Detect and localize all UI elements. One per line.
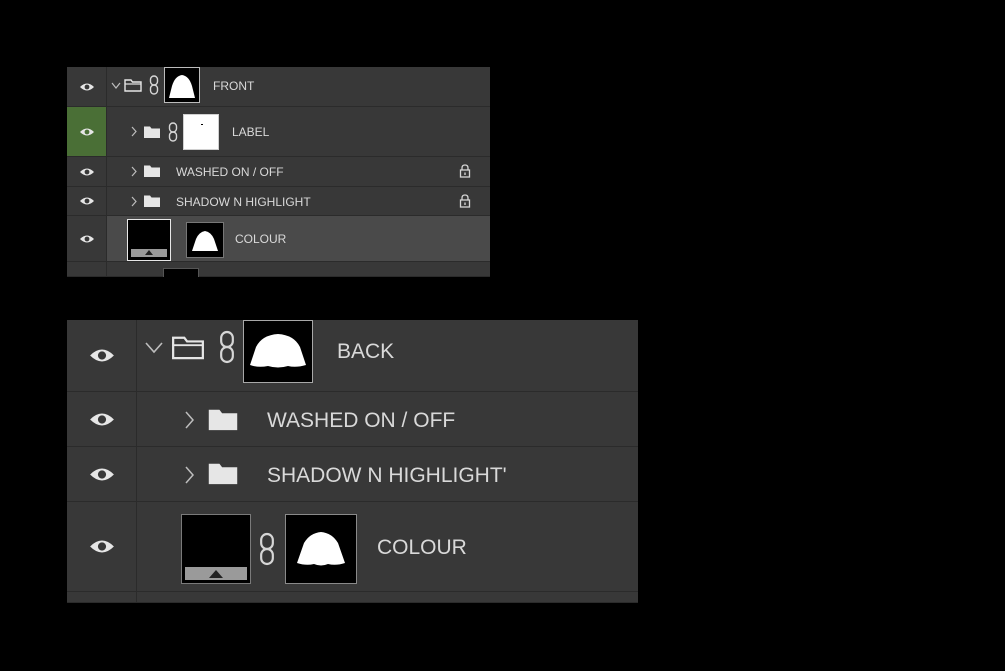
garment-shape: [250, 334, 306, 368]
chevron-right-icon[interactable]: [185, 411, 194, 429]
chevron-down-icon[interactable]: [145, 342, 163, 354]
layer-content-black: [185, 518, 247, 564]
chain-link-icon[interactable]: [257, 532, 277, 566]
visibility-toggle[interactable]: [67, 67, 107, 106]
chevron-right-icon[interactable]: [131, 126, 137, 137]
eye-icon: [79, 168, 94, 175]
visibility-cell: [67, 262, 107, 276]
layers-panel-front: FRONT LABEL WASHED ON / OFF SHADOW N HIG…: [67, 67, 490, 277]
eye-icon: [89, 540, 114, 553]
garment-shape: [192, 231, 218, 251]
eye-icon: [79, 235, 94, 242]
lock-icon[interactable]: [459, 164, 471, 178]
garment-shape: [169, 75, 195, 98]
mask-dot: [201, 124, 203, 125]
layer-name: SHADOW N HIGHLIGHT: [176, 195, 311, 209]
layer-content-black: [131, 223, 167, 247]
chain-link-icon[interactable]: [148, 75, 160, 95]
smart-object-thumbnail[interactable]: [127, 219, 171, 261]
visibility-toggle[interactable]: [67, 157, 107, 186]
layer-name: WASHED ON / OFF: [176, 165, 284, 179]
layer-thumbnail-partial: [163, 268, 199, 277]
layer-mask-thumbnail[interactable]: [164, 67, 200, 103]
smart-object-icon: [131, 249, 167, 257]
folder-icon: [208, 409, 238, 431]
visibility-toggle[interactable]: [67, 447, 137, 501]
layer-row-label-group[interactable]: LABEL: [67, 107, 490, 157]
visibility-toggle[interactable]: [67, 187, 107, 215]
smart-object-thumbnail[interactable]: [181, 514, 251, 584]
layer-row-partial[interactable]: [67, 592, 638, 603]
layer-mask-thumbnail[interactable]: [285, 514, 357, 584]
visibility-toggle[interactable]: [67, 320, 137, 391]
layer-row-colour[interactable]: COLOUR: [67, 502, 638, 592]
garment-shape: [297, 532, 345, 566]
layer-name: LABEL: [232, 125, 270, 139]
chevron-right-icon[interactable]: [131, 196, 137, 207]
layer-row-back-group[interactable]: BACK: [67, 320, 638, 392]
eye-icon: [79, 128, 94, 135]
layer-name: WASHED ON / OFF: [267, 409, 456, 432]
layer-name: COLOUR: [377, 536, 467, 559]
layer-row-shadow-group[interactable]: SHADOW N HIGHLIGHT': [67, 447, 638, 502]
smart-object-icon: [185, 567, 247, 580]
layer-mask-thumbnail[interactable]: [186, 222, 224, 258]
chevron-down-icon[interactable]: [111, 82, 121, 90]
layer-row-washed-group[interactable]: WASHED ON / OFF: [67, 392, 638, 447]
folder-icon: [144, 195, 160, 207]
folder-icon: [144, 165, 160, 177]
eye-icon: [89, 468, 114, 480]
folder-icon: [144, 126, 160, 138]
layer-row-colour[interactable]: COLOUR: [67, 216, 490, 262]
folder-icon: [208, 463, 238, 485]
folder-icon: [124, 79, 142, 92]
layer-row-partial[interactable]: [67, 262, 490, 277]
layer-name: COLOUR: [235, 232, 287, 246]
eye-icon: [79, 197, 94, 205]
layer-row-washed-group[interactable]: WASHED ON / OFF: [67, 157, 490, 187]
layer-mask-thumbnail[interactable]: [183, 114, 219, 150]
layer-row-front-group[interactable]: FRONT: [67, 67, 490, 107]
layer-mask-thumbnail[interactable]: [243, 320, 313, 383]
layer-name: SHADOW N HIGHLIGHT': [267, 464, 507, 487]
layer-name: FRONT: [213, 79, 255, 93]
visibility-toggle[interactable]: [67, 502, 137, 591]
visibility-toggle[interactable]: [67, 107, 107, 156]
chain-link-icon[interactable]: [217, 328, 237, 366]
folder-icon: [172, 336, 204, 360]
layers-panel-back: BACK WASHED ON / OFF SHADOW N HIGHLIGHT': [67, 320, 638, 603]
layer-row-shadow-group[interactable]: SHADOW N HIGHLIGHT: [67, 187, 490, 216]
chain-link-icon[interactable]: [167, 122, 179, 142]
eye-icon: [89, 413, 114, 425]
visibility-toggle[interactable]: [67, 216, 107, 261]
visibility-cell: [67, 592, 137, 602]
lock-icon[interactable]: [459, 194, 471, 208]
eye-icon: [89, 349, 114, 362]
visibility-toggle[interactable]: [67, 392, 137, 446]
eye-icon: [79, 83, 94, 90]
chevron-right-icon[interactable]: [131, 166, 137, 177]
chevron-right-icon[interactable]: [185, 466, 194, 484]
layer-name: BACK: [337, 340, 395, 363]
